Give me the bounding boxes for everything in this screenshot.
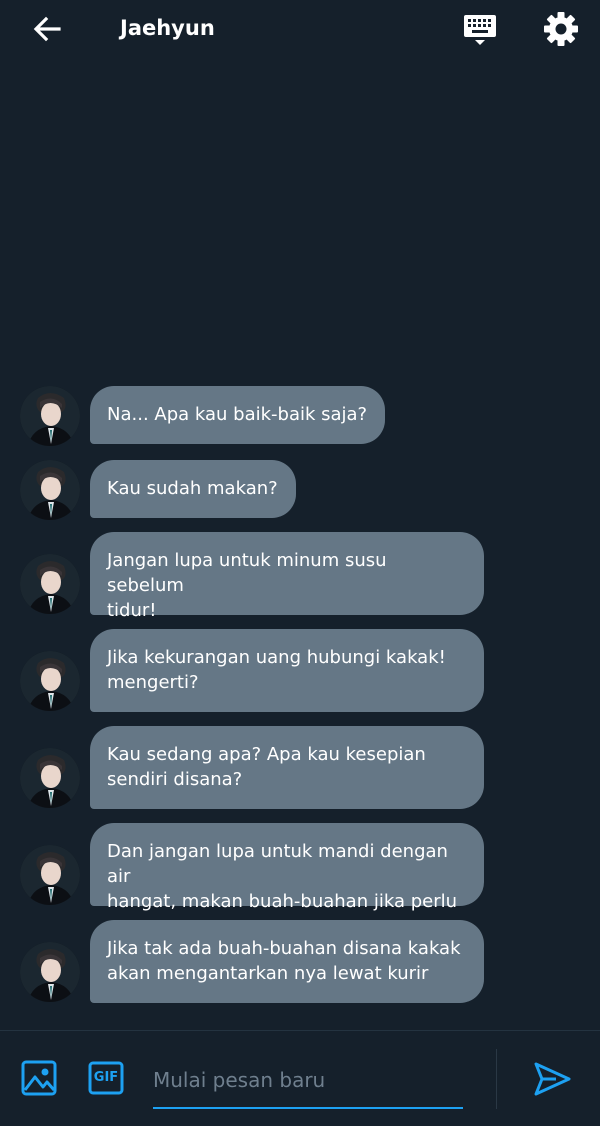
avatar[interactable] xyxy=(20,845,80,905)
message-text-line: Jika kekurangan uang hubungi kakak! xyxy=(107,647,446,668)
message-text-line: Dan jangan lupa untuk mandi dengan air xyxy=(107,841,448,887)
message-text-line: Jika tak ada buah-buahan disana kakak xyxy=(107,938,461,959)
send-icon xyxy=(534,1062,571,1096)
dm-conversation-screen: Jaehyun Na... Apa kau baik-baik saja? Ka… xyxy=(0,0,600,1126)
message-bubble: Jangan lupa untuk minum susu sebelum tid… xyxy=(90,532,484,621)
message-text-line: mengerti? xyxy=(107,672,199,693)
avatar[interactable] xyxy=(20,748,80,808)
message-bubble: Jika kekurangan uang hubungi kakak! meng… xyxy=(90,629,484,712)
message-bubble: Kau sudah makan? xyxy=(90,460,296,518)
composer-divider xyxy=(496,1049,497,1109)
message-text-line: tidur! xyxy=(107,600,157,621)
message-input[interactable] xyxy=(153,1053,463,1109)
avatar[interactable] xyxy=(20,651,80,711)
message-text-line: sendiri disana? xyxy=(107,769,243,790)
send-button[interactable] xyxy=(532,1059,576,1099)
message-text-line: Kau sudah makan? xyxy=(107,478,278,499)
profile-photo xyxy=(20,460,80,520)
profile-photo xyxy=(20,942,80,1002)
message-list: Na... Apa kau baik-baik saja? Kau sudah … xyxy=(0,0,600,1030)
profile-photo xyxy=(20,651,80,711)
message-bubble: Na... Apa kau baik-baik saja? xyxy=(90,386,386,444)
avatar[interactable] xyxy=(20,460,80,520)
add-image-button[interactable] xyxy=(20,1059,60,1099)
add-gif-button[interactable]: GIF xyxy=(87,1059,127,1099)
image-icon xyxy=(21,1060,57,1096)
profile-photo xyxy=(20,748,80,808)
profile-photo xyxy=(20,386,80,446)
message-composer: GIF xyxy=(0,1030,600,1126)
profile-photo xyxy=(20,845,80,905)
message-text-line: Na... Apa kau baik-baik saja? xyxy=(107,404,368,425)
message-text-line: Jangan lupa untuk minum susu sebelum xyxy=(107,550,387,596)
avatar[interactable] xyxy=(20,386,80,446)
message-text-line: akan mengantarkan nya lewat kurir xyxy=(107,963,429,984)
message-text-line: Kau sedang apa? Apa kau kesepian xyxy=(107,744,426,765)
profile-photo xyxy=(20,554,80,614)
message-bubble: Kau sedang apa? Apa kau kesepian sendiri… xyxy=(90,726,484,809)
message-bubble: Dan jangan lupa untuk mandi dengan air h… xyxy=(90,823,484,912)
message-text-line: hangat, makan buah-buahan jika perlu xyxy=(107,891,458,912)
gif-label: GIF xyxy=(93,1070,119,1085)
avatar[interactable] xyxy=(20,942,80,1002)
message-bubble: Jika tak ada buah-buahan disana kakak ak… xyxy=(90,920,484,1003)
avatar[interactable] xyxy=(20,554,80,614)
